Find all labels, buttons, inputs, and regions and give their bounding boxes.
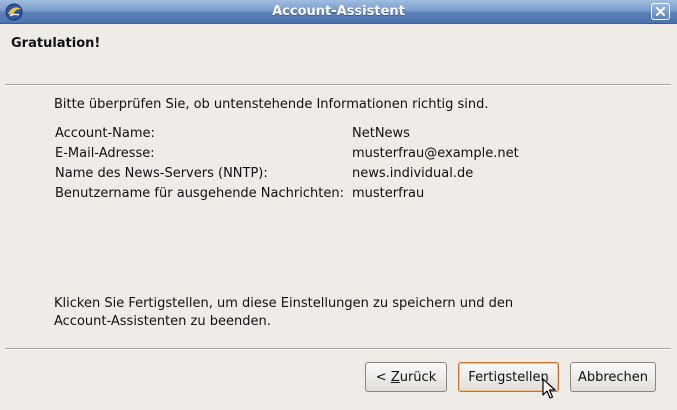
summary-label: Benutzername für ausgehende Nachrichten: xyxy=(55,186,344,201)
page-title: Gratulation! xyxy=(11,36,101,51)
wizard-header: Gratulation! xyxy=(0,24,677,84)
back-button-prefix: < xyxy=(375,369,391,385)
intro-text: Bitte überprüfen Sie, ob untenstehende I… xyxy=(54,97,489,112)
outro-line: Account-Assistenten zu beenden. xyxy=(54,314,271,329)
header-divider xyxy=(5,84,671,86)
back-button[interactable]: < Zurück xyxy=(365,362,447,392)
back-button-mnemonic: Z xyxy=(390,369,400,385)
title-bar[interactable]: Account-Assistent xyxy=(0,0,677,24)
window-title: Account-Assistent xyxy=(272,4,405,19)
mouse-pointer-icon xyxy=(542,378,556,400)
summary-label: E-Mail-Adresse: xyxy=(55,146,155,161)
summary-label: Name des News-Servers (NNTP): xyxy=(55,166,268,181)
summary-value: musterfrau@example.net xyxy=(352,146,519,161)
summary-value: musterfrau xyxy=(352,186,425,201)
summary-label: Account-Name: xyxy=(55,126,155,141)
footer-divider xyxy=(5,348,671,350)
summary-value: NetNews xyxy=(352,126,410,141)
close-icon[interactable] xyxy=(651,3,670,20)
cancel-button[interactable]: Abbrechen xyxy=(570,362,656,392)
back-button-rest: urück xyxy=(399,369,437,385)
account-wizard-window: Account-Assistent Gratulation! Bitte übe… xyxy=(0,0,677,410)
outro-line: Klicken Sie Fertigstellen, um diese Eins… xyxy=(54,296,514,311)
outro-text: Klicken Sie Fertigstellen, um diese Eins… xyxy=(54,295,574,331)
summary-value: news.individual.de xyxy=(352,166,474,181)
